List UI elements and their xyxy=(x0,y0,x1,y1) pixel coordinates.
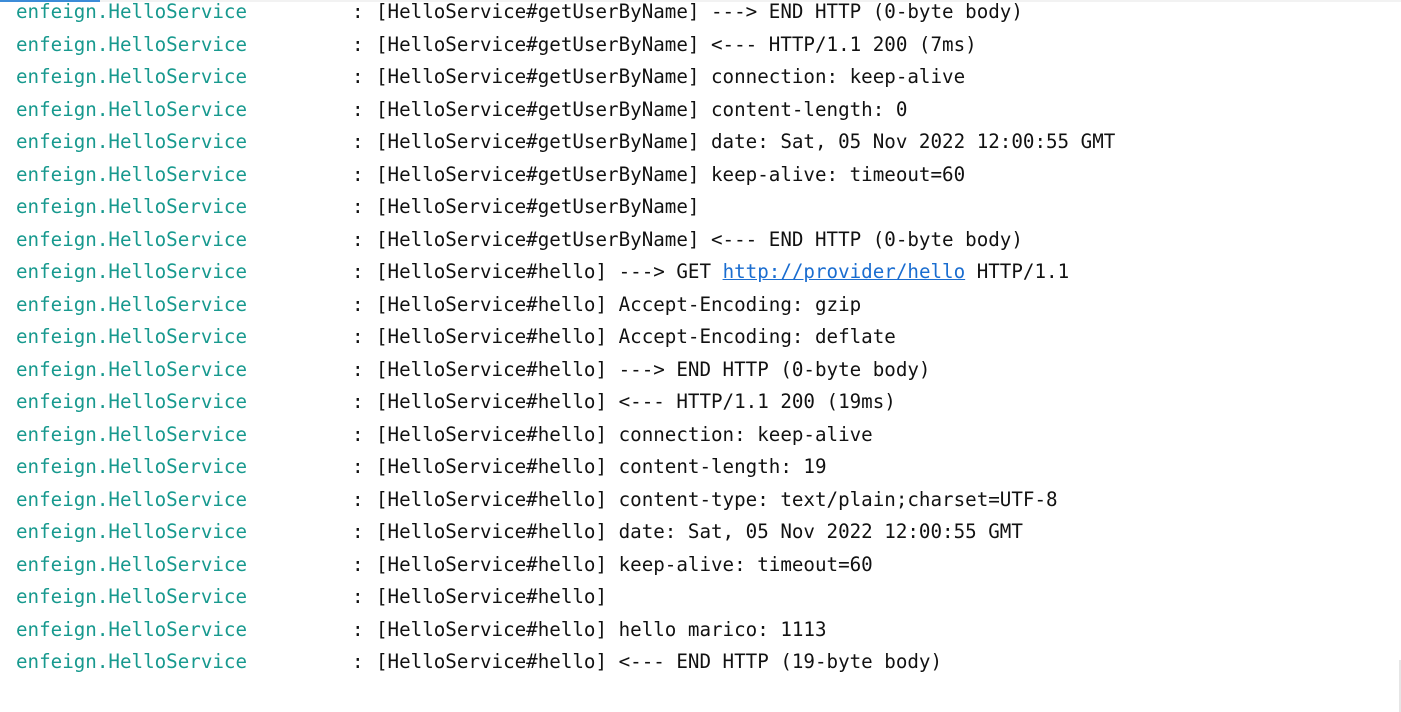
log-line: enfeign.HelloService : [HelloService#hel… xyxy=(0,650,1401,682)
log-message: [HelloService#hello] content-type: text/… xyxy=(376,487,1058,511)
log-message: [HelloService#hello] ---> GET http://pro… xyxy=(376,260,1069,284)
logger-name: enfeign.HelloService xyxy=(16,617,248,641)
log-message: [HelloService#hello] date: Sat, 05 Nov 2… xyxy=(376,520,1023,543)
log-line: enfeign.HelloService : [HelloService#hel… xyxy=(0,553,1401,585)
logger-name: enfeign.HelloService xyxy=(16,97,248,121)
log-message-suffix: HTTP/1.1 xyxy=(965,260,1070,283)
separator: : xyxy=(352,552,364,576)
log-line: enfeign.HelloService : [HelloService#hel… xyxy=(0,293,1401,325)
separator: : xyxy=(352,292,364,316)
logger-name: enfeign.HelloService xyxy=(16,260,248,283)
logger-name: enfeign.HelloService xyxy=(16,487,248,511)
logger-name: enfeign.HelloService xyxy=(16,227,248,251)
log-message-prefix: [HelloService#hello] ---> GET xyxy=(376,260,723,283)
logger-name: enfeign.HelloService xyxy=(16,650,248,673)
log-message: [HelloService#hello] keep-alive: timeout… xyxy=(376,552,873,576)
log-message: [HelloService#hello] xyxy=(376,585,608,608)
log-message: [HelloService#hello] hello marico: 1113 xyxy=(376,617,827,641)
log-line: enfeign.HelloService : [HelloService#get… xyxy=(0,130,1401,162)
log-line: enfeign.HelloService : [HelloService#hel… xyxy=(0,488,1401,520)
separator: : xyxy=(352,650,364,673)
separator: : xyxy=(352,455,364,478)
log-message: [HelloService#hello] Accept-Encoding: de… xyxy=(376,325,896,348)
log-line: enfeign.HelloService : [HelloService#get… xyxy=(0,228,1401,260)
logger-name: enfeign.HelloService xyxy=(16,552,248,576)
log-message: [HelloService#hello] content-length: 19 xyxy=(376,455,827,478)
log-line: enfeign.HelloService : [HelloService#get… xyxy=(0,0,1401,32)
logger-name: enfeign.HelloService xyxy=(16,195,248,218)
separator: : xyxy=(352,97,364,121)
separator: : xyxy=(352,0,364,23)
log-line: enfeign.HelloService : [HelloService#hel… xyxy=(0,455,1401,487)
separator: : xyxy=(352,487,364,511)
log-message: [HelloService#hello] ---> END HTTP (0-by… xyxy=(376,357,931,381)
logger-name: enfeign.HelloService xyxy=(16,520,248,543)
log-message: [HelloService#hello] connection: keep-al… xyxy=(376,422,873,446)
log-line: enfeign.HelloService : [HelloService#hel… xyxy=(0,325,1401,357)
separator: : xyxy=(352,162,364,186)
log-line: enfeign.HelloService : [HelloService#get… xyxy=(0,163,1401,195)
separator: : xyxy=(352,227,364,251)
separator: : xyxy=(352,130,364,153)
log-line: enfeign.HelloService : [HelloService#hel… xyxy=(0,423,1401,455)
log-line: enfeign.HelloService : [HelloService#hel… xyxy=(0,358,1401,390)
separator: : xyxy=(352,260,364,283)
log-message: [HelloService#getUserByName] <--- END HT… xyxy=(376,227,1023,251)
console-output[interactable]: enfeign.HelloService : [HelloService#get… xyxy=(0,0,1401,712)
log-line: enfeign.HelloService : [HelloService#get… xyxy=(0,98,1401,130)
log-line: enfeign.HelloService : [HelloService#hel… xyxy=(0,520,1401,552)
log-line: enfeign.HelloService : [HelloService#hel… xyxy=(0,390,1401,422)
logger-name: enfeign.HelloService xyxy=(16,357,248,381)
request-url-link[interactable]: http://provider/hello xyxy=(723,260,966,283)
log-message: [HelloService#hello] <--- HTTP/1.1 200 (… xyxy=(376,390,896,413)
separator: : xyxy=(352,65,364,88)
log-message: [HelloService#getUserByName] content-len… xyxy=(376,97,908,121)
logger-name: enfeign.HelloService xyxy=(16,0,248,23)
logger-name: enfeign.HelloService xyxy=(16,422,248,446)
logger-name: enfeign.HelloService xyxy=(16,585,248,608)
logger-name: enfeign.HelloService xyxy=(16,455,248,478)
log-line: enfeign.HelloService : [HelloService#hel… xyxy=(0,618,1401,650)
log-message: [HelloService#getUserByName] xyxy=(376,195,700,218)
separator: : xyxy=(352,325,364,348)
logger-name: enfeign.HelloService xyxy=(16,65,248,88)
log-line: enfeign.HelloService : [HelloService#get… xyxy=(0,65,1401,97)
log-line: enfeign.HelloService : [HelloService#hel… xyxy=(0,585,1401,617)
log-message: [HelloService#getUserByName] date: Sat, … xyxy=(376,130,1116,153)
separator: : xyxy=(352,520,364,543)
logger-name: enfeign.HelloService xyxy=(16,162,248,186)
log-message: [HelloService#getUserByName] <--- HTTP/1… xyxy=(376,32,977,56)
log-message: [HelloService#hello] Accept-Encoding: gz… xyxy=(376,292,862,316)
log-message: [HelloService#getUserByName] ---> END HT… xyxy=(376,0,1023,23)
log-line: enfeign.HelloService : [HelloService#hel… xyxy=(0,260,1401,292)
log-message: [HelloService#hello] <--- END HTTP (19-b… xyxy=(376,650,943,673)
separator: : xyxy=(352,617,364,641)
separator: : xyxy=(352,357,364,381)
separator: : xyxy=(352,390,364,413)
logger-name: enfeign.HelloService xyxy=(16,325,248,348)
separator: : xyxy=(352,32,364,56)
logger-name: enfeign.HelloService xyxy=(16,130,248,153)
log-line: enfeign.HelloService : [HelloService#get… xyxy=(0,33,1401,65)
logger-name: enfeign.HelloService xyxy=(16,390,248,413)
separator: : xyxy=(352,422,364,446)
logger-name: enfeign.HelloService xyxy=(16,32,248,56)
log-message: [HelloService#getUserByName] keep-alive:… xyxy=(376,162,966,186)
separator: : xyxy=(352,195,364,218)
logger-name: enfeign.HelloService xyxy=(16,292,248,316)
log-line: enfeign.HelloService : [HelloService#get… xyxy=(0,195,1401,227)
separator: : xyxy=(352,585,364,608)
log-message: [HelloService#getUserByName] connection:… xyxy=(376,65,966,88)
